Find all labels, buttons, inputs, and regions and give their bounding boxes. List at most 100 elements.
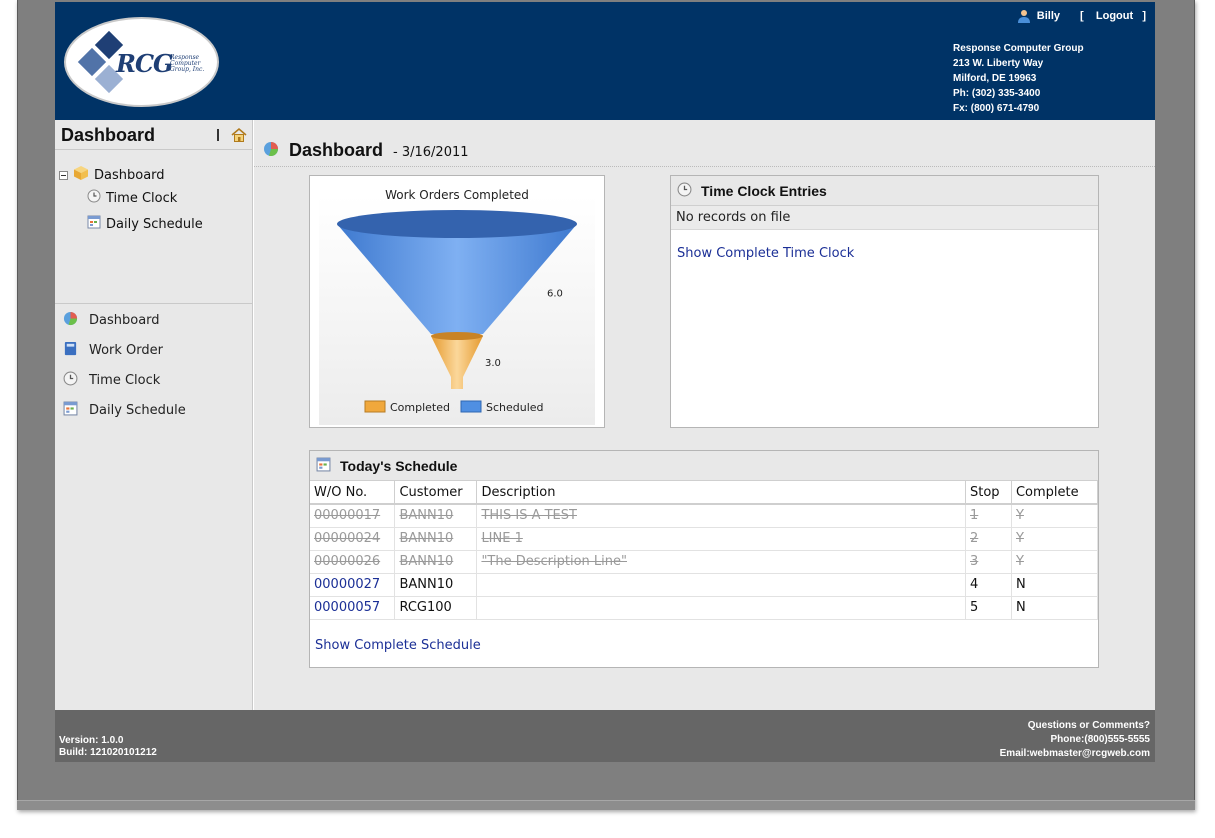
home-icon[interactable] bbox=[231, 127, 247, 143]
nav-item-label: Work Order bbox=[89, 342, 163, 358]
user-area: Billy [ Logout ] bbox=[1017, 9, 1146, 23]
sidebar-header: Dashboard bbox=[55, 120, 253, 150]
nav-item-label: Time Clock bbox=[89, 372, 161, 388]
version-info: Version: 1.0.0 Build: 121020101212 bbox=[59, 735, 157, 759]
customer-cell: BANN10 bbox=[394, 550, 478, 574]
table-row[interactable]: 00000027 BANN10 4 N bbox=[310, 573, 1099, 597]
tree-item-time-clock[interactable]: Time Clock bbox=[87, 189, 177, 207]
wo-number-link[interactable]: 00000057 bbox=[310, 596, 396, 620]
wo-number[interactable]: 00000017 bbox=[310, 504, 396, 528]
column-header-complete[interactable]: Complete bbox=[1011, 481, 1099, 505]
panel-header: Time Clock Entries bbox=[671, 176, 1098, 206]
company-city: Milford, DE 19963 bbox=[953, 73, 1037, 84]
customer-cell: RCG100 bbox=[394, 596, 478, 620]
schedule-table: W/O No. Customer Description Stop Comple… bbox=[310, 481, 1099, 620]
legend-swatch-scheduled bbox=[460, 400, 482, 413]
calendar-icon bbox=[87, 215, 101, 233]
nav-item-dashboard[interactable]: Dashboard bbox=[63, 311, 160, 329]
complete-cell: N bbox=[1011, 596, 1099, 620]
description-cell: "The Description Line" bbox=[476, 550, 966, 574]
book-icon bbox=[63, 341, 78, 360]
cube-icon bbox=[73, 165, 89, 185]
complete-cell: Y bbox=[1011, 504, 1099, 528]
contact-email[interactable]: Email:webmaster@rcgweb.com bbox=[1000, 747, 1150, 761]
nav-item-work-order[interactable]: Work Order bbox=[63, 341, 163, 359]
calendar-icon bbox=[63, 401, 78, 420]
stop-cell: 4 bbox=[965, 573, 1012, 597]
table-row[interactable]: 00000057 RCG100 5 N bbox=[310, 596, 1099, 620]
show-complete-schedule-link[interactable]: Show Complete Schedule bbox=[315, 638, 481, 653]
logo-text: RCG bbox=[116, 49, 174, 78]
version-text: Version: 1.0.0 bbox=[59, 735, 124, 746]
tree-item-dashboard[interactable]: Dashboard bbox=[59, 166, 165, 184]
description-cell: THIS IS A TEST bbox=[476, 504, 966, 528]
logout-link[interactable]: [ Logout ] bbox=[1080, 10, 1146, 22]
wo-number[interactable]: 00000024 bbox=[310, 527, 396, 551]
work-orders-chart-panel: Work Orders Completed 6.0 3.0 Completed … bbox=[309, 175, 605, 428]
header: RCG Response Computer Group, Inc. Billy … bbox=[55, 2, 1155, 120]
column-header-customer[interactable]: Customer bbox=[394, 481, 478, 505]
clock-icon bbox=[677, 182, 692, 200]
table-row[interactable]: 00000017 BANN10 THIS IS A TEST 1 Y bbox=[310, 504, 1099, 528]
complete-cell: Y bbox=[1011, 527, 1099, 551]
time-clock-panel: Time Clock Entries No records on file Sh… bbox=[670, 175, 1099, 428]
tree-item-daily-schedule[interactable]: Daily Schedule bbox=[87, 215, 203, 233]
legend-label-completed: Completed bbox=[390, 401, 450, 414]
build-text: Build: 121020101212 bbox=[59, 747, 157, 758]
user-name[interactable]: Billy bbox=[1037, 10, 1060, 22]
wo-number-link[interactable]: 00000027 bbox=[310, 573, 396, 597]
stop-cell: 1 bbox=[965, 504, 1012, 528]
clock-icon bbox=[87, 189, 101, 207]
show-complete-time-clock-link[interactable]: Show Complete Time Clock bbox=[677, 246, 854, 261]
column-header-description[interactable]: Description bbox=[476, 481, 966, 505]
legend-label-scheduled: Scheduled bbox=[486, 401, 544, 414]
nav-item-label: Dashboard bbox=[89, 312, 160, 328]
chart-title: Work Orders Completed bbox=[385, 188, 529, 202]
table-row[interactable]: 00000026 BANN10 "The Description Line" 3… bbox=[310, 550, 1099, 574]
funnel-chart: Work Orders Completed 6.0 3.0 Completed … bbox=[319, 188, 595, 425]
app-page: RCG Response Computer Group, Inc. Billy … bbox=[55, 2, 1155, 762]
sidebar-title: Dashboard bbox=[61, 125, 156, 145]
main-content: Dashboard - 3/16/2011 Work Orders Comple… bbox=[254, 120, 1155, 710]
data-label-scheduled: 6.0 bbox=[547, 289, 563, 300]
customer-cell: BANN10 bbox=[394, 504, 478, 528]
pie-chart-icon bbox=[263, 141, 279, 161]
contact-info: Questions or Comments? Phone:(800)555-55… bbox=[1000, 719, 1150, 761]
separator bbox=[217, 129, 219, 141]
title-divider bbox=[254, 166, 1155, 167]
nav-item-daily-schedule[interactable]: Daily Schedule bbox=[63, 401, 186, 419]
user-icon bbox=[1017, 9, 1031, 23]
panel-title: Today's Schedule bbox=[340, 457, 458, 474]
page-title-row: Dashboard - 3/16/2011 bbox=[263, 140, 469, 161]
funnel-cap-completed bbox=[431, 332, 483, 340]
complete-cell: Y bbox=[1011, 550, 1099, 574]
pie-chart-icon bbox=[63, 311, 78, 330]
customer-cell: BANN10 bbox=[394, 527, 478, 551]
logo-subtext: Response Computer Group, Inc. bbox=[170, 54, 205, 73]
nav-item-time-clock[interactable]: Time Clock bbox=[63, 371, 160, 389]
todays-schedule-panel: Today's Schedule W/O No. Customer Descri… bbox=[309, 450, 1099, 668]
page-title: Dashboard bbox=[289, 140, 384, 160]
column-header-wo[interactable]: W/O No. bbox=[310, 481, 396, 505]
table-row[interactable]: 00000024 BANN10 LINE 1 2 Y bbox=[310, 527, 1099, 551]
legend-swatch-completed bbox=[364, 400, 386, 413]
tree-item-label: Dashboard bbox=[94, 167, 165, 183]
stop-cell: 2 bbox=[965, 527, 1012, 551]
sidebar-divider bbox=[55, 303, 253, 304]
collapse-icon[interactable] bbox=[59, 170, 68, 180]
company-fax: Fx: (800) 671-4790 bbox=[953, 103, 1040, 114]
clock-icon bbox=[63, 371, 78, 390]
rcg-logo[interactable]: RCG Response Computer Group, Inc. bbox=[64, 17, 219, 107]
column-header-stop[interactable]: Stop bbox=[965, 481, 1012, 505]
company-phone: Ph: (302) 335-3400 bbox=[953, 88, 1041, 99]
wo-number[interactable]: 00000026 bbox=[310, 550, 396, 574]
customer-cell: BANN10 bbox=[394, 573, 478, 597]
funnel-cap-scheduled bbox=[337, 210, 577, 238]
company-address: 213 W. Liberty Way bbox=[953, 58, 1044, 69]
data-label-completed: 3.0 bbox=[485, 358, 501, 369]
sidebar: Dashboard Dashboard Time Clock Daily Sch… bbox=[55, 120, 253, 710]
tree-item-label: Time Clock bbox=[106, 190, 178, 206]
tree-item-label: Daily Schedule bbox=[106, 216, 203, 232]
stop-cell: 3 bbox=[965, 550, 1012, 574]
panel-header: Today's Schedule bbox=[310, 451, 1098, 481]
